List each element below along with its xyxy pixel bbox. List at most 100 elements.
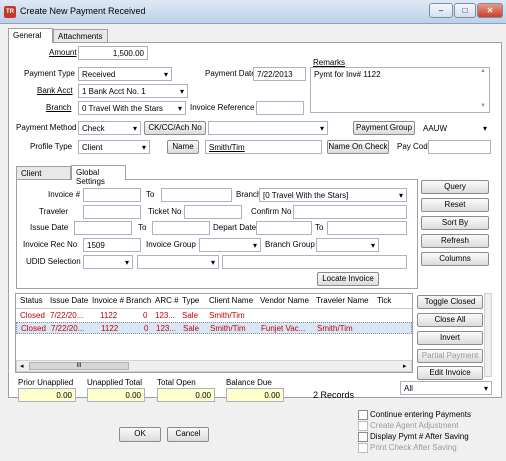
traveler-field[interactable] (83, 205, 141, 219)
tab-global-settings[interactable]: Global Settings (71, 165, 126, 186)
column-header-traveler-name[interactable]: Traveler Name (316, 296, 369, 305)
column-header-arc[interactable]: ARC # (155, 296, 179, 305)
sort-by-button[interactable]: Sort By (421, 216, 489, 230)
invoice-number-label: Invoice # (48, 190, 81, 199)
remarks-scroll-down-icon[interactable]: ▼ (480, 103, 486, 109)
records-filter-select[interactable]: All (400, 381, 492, 395)
edit-invoice-button[interactable]: Edit Invoice (417, 366, 483, 380)
branch-group-select[interactable] (316, 238, 379, 252)
cell-type: Sale (183, 324, 200, 333)
table-row[interactable]: Closed 7/22/20... 1122 0 123... Sale Smi… (16, 322, 412, 334)
branch-select[interactable]: 0 Travel With the Stars (78, 101, 186, 115)
global-branch-select[interactable]: [0 Travel With the Stars] (259, 188, 407, 202)
toggle-closed-button[interactable]: Toggle Closed (417, 295, 483, 309)
payment-method-select[interactable]: Check (78, 121, 141, 135)
app-icon: TR (4, 6, 16, 18)
invert-button[interactable]: Invert (417, 331, 483, 345)
cell-client-name: Smith/Tim (209, 311, 245, 320)
minimize-icon: – (438, 6, 444, 15)
payment-type-select[interactable]: Received (78, 67, 172, 81)
partial-payment-button[interactable]: Partial Payment (417, 349, 483, 363)
amount-field[interactable]: 1,500.00 (78, 46, 148, 60)
query-button[interactable]: Query (421, 180, 489, 194)
continue-entering-label: Continue entering Payments (370, 410, 471, 419)
invoice-rec-no-field[interactable]: 1509 (83, 238, 141, 252)
name-button[interactable]: Name (167, 140, 199, 154)
pay-code-field[interactable] (428, 140, 491, 154)
columns-button[interactable]: Columns (421, 252, 489, 266)
column-header-type[interactable]: Type (182, 296, 199, 305)
confirm-no-field[interactable] (293, 205, 407, 219)
name-on-check-button[interactable]: Name On Check (327, 140, 389, 154)
tab-attachments[interactable]: Attachments (53, 29, 108, 43)
cell-arc: 123... (155, 311, 176, 320)
column-header-issue-date[interactable]: Issue Date (50, 296, 88, 305)
payment-type-label: Payment Type (24, 69, 75, 78)
column-header-vendor-name[interactable]: Vendor Name (260, 296, 309, 305)
unapplied-total-field: 0.00 (87, 388, 145, 402)
grid-horizontal-scrollbar[interactable]: ◂ III ▸ (16, 360, 412, 372)
scroll-left-icon[interactable]: ◂ (20, 362, 24, 370)
print-check-checkbox[interactable] (358, 443, 368, 453)
invoice-rec-no-label: Invoice Rec No (23, 240, 78, 249)
pay-code-label: Pay Code (397, 142, 433, 151)
table-row[interactable]: Closed 7/22/20... 1122 0 123... Sale Smi… (16, 310, 412, 322)
invoice-grid[interactable]: Status Issue Date Invoice # Branch ARC #… (15, 293, 413, 373)
column-header-status[interactable]: Status (20, 296, 43, 305)
ck-number-select[interactable] (208, 121, 328, 135)
payment-group-button[interactable]: Payment Group (353, 121, 415, 135)
column-header-tick[interactable]: Tick (377, 296, 391, 305)
column-header-client-name[interactable]: Client Name (209, 296, 253, 305)
branch-group-label: Branch Group (265, 240, 315, 249)
ok-button[interactable]: OK (119, 427, 161, 442)
name-field[interactable]: Smith/Tim (205, 140, 322, 154)
depart-date-to-label: To (315, 223, 324, 232)
cell-status: Closed (20, 311, 45, 320)
invoice-from-field[interactable] (83, 188, 141, 202)
udid-select-1[interactable] (83, 255, 133, 269)
invoice-to-field[interactable] (161, 188, 232, 202)
invoice-reference-field[interactable] (256, 101, 304, 115)
continue-entering-checkbox[interactable] (358, 410, 368, 420)
issue-date-from-field[interactable] (74, 221, 132, 235)
maximize-button[interactable]: □ (454, 3, 476, 18)
button-panel-scrollbar[interactable] (484, 293, 492, 377)
create-agent-adjustment-checkbox[interactable] (358, 421, 368, 431)
refresh-button[interactable]: Refresh (421, 234, 489, 248)
remarks-scroll-up-icon[interactable]: ▲ (480, 68, 486, 74)
payment-group-select[interactable]: AAUW (419, 121, 491, 135)
close-all-button[interactable]: Close All (417, 313, 483, 327)
udid-value-field[interactable] (222, 255, 407, 269)
scroll-thumb[interactable]: III (29, 362, 129, 370)
tab-client-settings[interactable]: Client Settings (16, 166, 71, 187)
payment-date-field[interactable]: 7/22/2013 (253, 67, 306, 81)
cell-client-name: Smith/Tim (210, 324, 246, 333)
ticket-no-label: Ticket No (148, 207, 182, 216)
udid-selection-label: UDID Selection (26, 257, 81, 266)
global-branch-label: Branch (236, 190, 262, 199)
depart-date-to-field[interactable] (327, 221, 407, 235)
locate-invoice-button[interactable]: Locate Invoice (317, 272, 379, 286)
tab-general[interactable]: General (8, 28, 53, 43)
bank-acct-select[interactable]: 1 Bank Acct No. 1 (78, 84, 188, 98)
ck-cc-ach-no-button[interactable]: CK/CC/Ach No (144, 121, 206, 135)
ticket-no-field[interactable] (184, 205, 242, 219)
invoice-group-select[interactable] (199, 238, 261, 252)
minimize-button[interactable]: – (429, 3, 453, 18)
depart-date-label: Depart Date (213, 223, 257, 232)
profile-type-select[interactable]: Client (78, 140, 150, 154)
close-button[interactable]: ✕ (477, 3, 503, 18)
scroll-right-icon[interactable]: ▸ (403, 362, 407, 370)
prior-unapplied-field: 0.00 (18, 388, 76, 402)
cell-branch: 0 (144, 324, 149, 333)
remarks-field[interactable]: Pymt for Inv# 1122 (310, 67, 490, 113)
profile-type-label: Profile Type (30, 142, 73, 151)
column-header-branch[interactable]: Branch (126, 296, 151, 305)
issue-date-to-field[interactable] (152, 221, 210, 235)
udid-select-2[interactable] (137, 255, 219, 269)
reset-button[interactable]: Reset (421, 198, 489, 212)
column-header-invoice[interactable]: Invoice # (92, 296, 124, 305)
display-pymt-checkbox[interactable] (358, 432, 368, 442)
depart-date-from-field[interactable] (256, 221, 312, 235)
cancel-button[interactable]: Cancel (167, 427, 209, 442)
